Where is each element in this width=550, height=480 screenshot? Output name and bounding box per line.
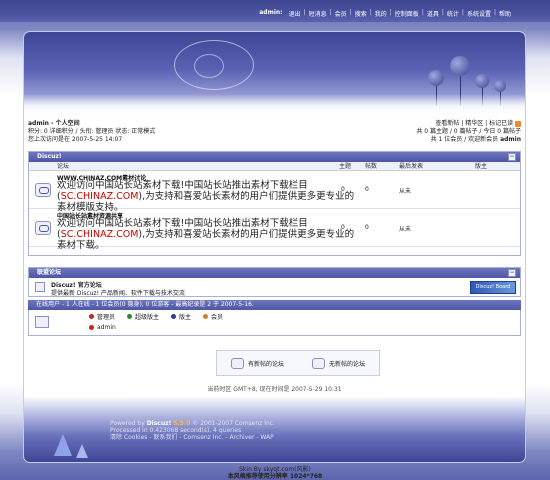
processed-info: Processed in 0.423068 second(s), 4 queri… (110, 427, 242, 434)
footer-tree-icon (54, 434, 72, 456)
online-users-panel: 管理员 超级版主 版主 会员 admin (28, 310, 521, 336)
nav-members-link[interactable]: 会员 (332, 9, 350, 18)
member-count: 共 1 位会员 / 欢迎新会员 (430, 136, 499, 143)
forum-posts-count: 0 (365, 224, 369, 231)
footer-text: Powered by Discuz! 5.5.0 © 2001-2007 Com… (110, 420, 275, 441)
nav-logout-link[interactable]: 退出 (286, 9, 304, 18)
nav-items-link[interactable]: 道具 (424, 9, 442, 18)
online-users-icon (35, 316, 49, 328)
nav-messages-link[interactable]: 短消息 (306, 9, 330, 18)
partner-forums-title: 联盟论坛 (37, 269, 62, 276)
discuz-link[interactable]: Discuz! (147, 420, 172, 427)
legend-super-moderator: 超级版主 (127, 312, 159, 321)
forum-topics-count: 0 (341, 186, 345, 193)
current-user: admin: (259, 9, 283, 16)
column-last-post: 最后发表 (399, 163, 424, 170)
forum-row: WWW.CHINAZ.COM素材讨论 欢迎访问中国站长站素材下载!中国站长站推出… (29, 171, 520, 213)
tree-ball-icon (475, 74, 489, 88)
collapse-icon[interactable]: − (508, 153, 516, 161)
forum-row: 中国站长站素材资源共享 欢迎访问中国站长站素材下载!中国站长站推出素材下载栏目(… (29, 209, 520, 251)
forum-topics-count: 0 (341, 224, 345, 231)
forum-last-post: 从未 (399, 226, 412, 233)
forum-category-panel: Discuz! − 论坛 主题 帖数 最后发表 版主 WWW.CHINAZ.CO… (28, 151, 521, 256)
column-moderator: 版主 (475, 163, 488, 170)
forum-status-icon (35, 183, 51, 197)
nav-search-link[interactable]: 搜索 (352, 9, 370, 18)
forum-status-icon (35, 221, 51, 235)
banner-grass (24, 94, 525, 116)
legend-moderator: 版主 (171, 312, 191, 321)
forum-desc-link[interactable]: SC.CHINAZ.COM (61, 191, 139, 202)
legend-admin: 管理员 (89, 312, 115, 321)
forum-stats: 共 0 篇主题 / 0 篇帖子 / 今日 0 篇帖子 (416, 128, 521, 135)
tree-ball-icon (428, 70, 444, 86)
forum-category-title[interactable]: Discuz! (37, 153, 62, 160)
partner-forum-desc: 提供最新 Discuz! 产品新闻、软件下载与技术交流 (51, 290, 185, 297)
footer-tree-icon (76, 444, 88, 458)
forum-status-legend: 有新帖的论坛 无新帖的论坛 (216, 350, 380, 376)
online-user-list: admin (89, 324, 116, 331)
nav-settings-link[interactable]: 系统设置 (464, 9, 494, 18)
rss-icon[interactable] (515, 120, 521, 127)
current-time: 当前时区 GMT+8, 现在时间是 2007-5-29 10:31 (207, 386, 342, 393)
legend-member: 会员 (203, 312, 223, 321)
skin-credit: Skin By skyqt.com(风影) 本风格推荐使用分辨率 1024*76… (0, 466, 550, 480)
forum-column-header: 论坛 主题 帖数 最后发表 版主 (29, 162, 520, 171)
top-nav-links: admin: 退出 | 短消息 | 会员 | 搜索 | 我的 | 控制面板 | 道具 | 统计… (256, 9, 514, 18)
nav-help-link[interactable]: 帮助 (496, 9, 514, 18)
nav-control-panel-link[interactable]: 控制面板 (392, 9, 422, 18)
column-forum: 论坛 (57, 163, 70, 170)
collapse-icon[interactable]: − (508, 269, 516, 277)
column-topics: 主题 (339, 163, 352, 170)
no-new-posts-legend: 无新帖的论坛 (311, 357, 365, 369)
forum-posts-count: 0 (365, 186, 369, 193)
main-container: admin - 个人空间 积分: 0 详细积分 / 头衔: 管理员 状态: 正常… (24, 32, 525, 462)
newest-member-link[interactable]: admin (500, 136, 521, 143)
quick-links[interactable]: 查看新帖 | 精华区 | 标记已读 (435, 120, 513, 127)
forum-category-header: Discuz! − (29, 152, 520, 162)
online-user[interactable]: admin (89, 324, 116, 331)
discuz-board-logo[interactable]: Discuz! Board (470, 281, 516, 294)
header-banner (24, 32, 525, 116)
tree-ball-icon (494, 80, 506, 92)
partner-forums-panel: 联盟论坛 − Discuz! 官方论坛 提供最新 Discuz! 产品新闻、软件… (28, 267, 521, 297)
member-info: admin - 个人空间 积分: 0 详细积分 / 头衔: 管理员 状态: 正常… (28, 120, 521, 144)
footer: Powered by Discuz! 5.5.0 © 2001-2007 Com… (24, 396, 525, 462)
column-posts: 帖数 (365, 163, 378, 170)
online-users-header: 在线用户 - 1 人在线 - 1 位会员(0 隐身), 0 位游客 - 最高纪录… (28, 300, 521, 310)
skin-author[interactable]: Skin By skyqt.com(风影) (0, 466, 550, 473)
partner-forum-icon (35, 282, 45, 292)
nav-my-link[interactable]: 我的 (372, 9, 390, 18)
new-posts-legend: 有新帖的论坛 (230, 357, 284, 369)
forum-desc-link[interactable]: SC.CHINAZ.COM (61, 229, 139, 240)
member-info-right: 查看新帖 | 精华区 | 标记已读 共 0 篇主题 / 0 篇帖子 / 今日 0… (416, 120, 521, 144)
top-navigation-bar: admin: 退出 | 短消息 | 会员 | 搜索 | 我的 | 控制面板 | 道具 | 统计… (0, 0, 550, 22)
nav-stats-link[interactable]: 统计 (444, 9, 462, 18)
tree-ball-icon (450, 56, 470, 76)
footer-links[interactable]: 清除 Cookies - 联系我们 - Comsenz Inc. - Archi… (110, 434, 275, 441)
member-group-legend: 管理员 超级版主 版主 会员 (89, 312, 223, 321)
partner-forums-header: 联盟论坛 − (29, 268, 520, 278)
resolution-note: 本风格推荐使用分辨率 1024*768 (227, 473, 323, 480)
banner-swirl-decoration-small (194, 54, 224, 78)
forum-last-post: 从未 (399, 188, 412, 195)
new-posts-icon (230, 357, 244, 369)
forum-description: 欢迎访问中国站长站素材下载!中国站长站推出素材下载栏目(SC.CHINAZ.CO… (57, 218, 355, 251)
no-new-posts-icon (311, 357, 325, 369)
